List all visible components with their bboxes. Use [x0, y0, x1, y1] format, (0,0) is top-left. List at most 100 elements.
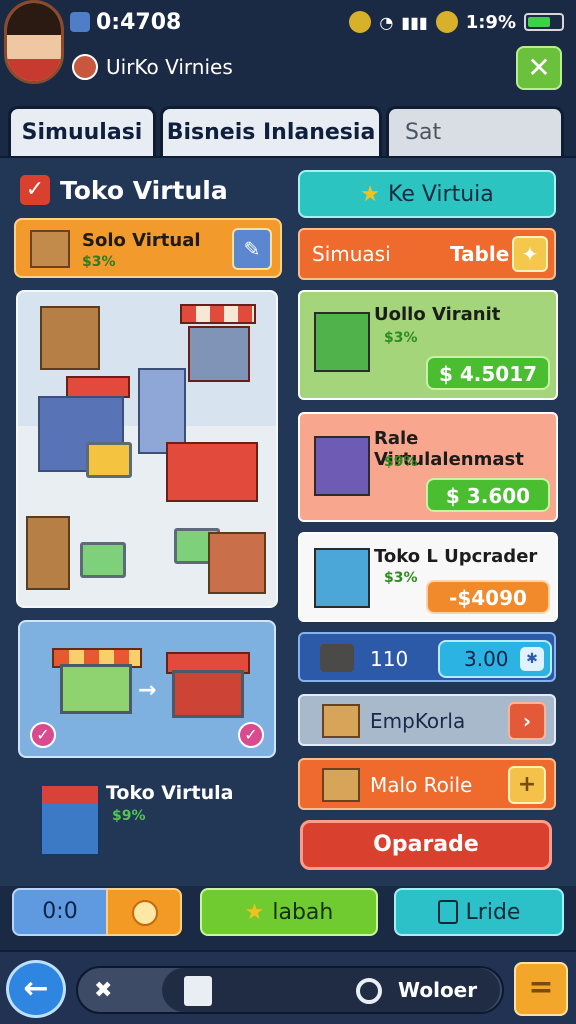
cart-after [172, 670, 244, 718]
chevron-right-icon[interactable]: › [508, 702, 546, 740]
store-card[interactable]: Uollo Viranit $3% $ 4.5017 [298, 290, 558, 400]
cube-icon [184, 976, 212, 1006]
tag-icon: ✎ [243, 237, 261, 261]
coin-icon [132, 900, 158, 926]
boost-row[interactable]: 110 3.00 ✱ [298, 632, 556, 682]
bottom-store-item[interactable]: Toko Virtula $9% [40, 774, 280, 866]
store-card-price-button[interactable]: $ 3.600 [426, 478, 550, 512]
scene-awning [180, 304, 256, 324]
avatar-scarf [7, 59, 61, 81]
labah-label: labah [272, 899, 334, 925]
gear-icon[interactable] [356, 978, 382, 1004]
menu-icon[interactable]: = [514, 962, 568, 1016]
role-row[interactable]: Malo Roile + [298, 758, 556, 810]
nav-label: Woloer [398, 978, 478, 1002]
featured-percent: $3% [82, 254, 116, 270]
box-icon [30, 230, 70, 268]
store-card-price-button[interactable]: -$4090 [426, 580, 550, 614]
scene-shelf [40, 306, 100, 370]
simulasi-label: Simuasi [312, 242, 391, 266]
arrow-right-icon: → [138, 678, 157, 703]
employee-row[interactable]: EmpKorla › [298, 694, 556, 746]
store-card[interactable]: Rale Virtulalenmast $9% $ 3.600 [298, 412, 558, 522]
star-icon: ★ [360, 181, 380, 207]
ke-virtual-label: Ke Virtuia [387, 181, 494, 207]
store-card-image [314, 312, 370, 372]
lride-label: Lride [465, 899, 521, 925]
store-card-image [314, 436, 370, 496]
user-label: UirKo Virnies [72, 50, 233, 84]
featured-action-button[interactable]: ✎ [232, 228, 272, 270]
boost-value-button[interactable]: 3.00 ✱ [438, 640, 552, 678]
left-title: ✓ Toko Virtula [20, 170, 228, 210]
scene-crate [208, 532, 266, 594]
status-battery-text: 1:9% [465, 11, 516, 33]
box-icon [322, 768, 360, 802]
bottom-item-title: Toko Virtula [106, 782, 234, 804]
store-card-image [314, 548, 370, 608]
plus-icon[interactable]: + [508, 766, 546, 804]
status-time: 0:4708 [96, 9, 182, 35]
featured-store-card[interactable]: Solo Virtual $3% ✎ [14, 218, 282, 278]
lride-button[interactable]: Lride [394, 888, 564, 936]
ke-virtual-button[interactable]: ★ Ke Virtuia [298, 170, 556, 218]
bottom-nav: ← ✖ Woloer = [0, 950, 576, 1024]
nav-inner-field[interactable]: Woloer [162, 968, 500, 1012]
labah-button[interactable]: ★ labah [200, 888, 378, 936]
close-button[interactable]: ✕ [516, 46, 562, 90]
scene-cart-1 [80, 542, 126, 578]
check-before-icon[interactable]: ✓ [30, 722, 56, 748]
scene-shelf-2 [26, 516, 70, 590]
user-name: UirKo Virnies [106, 55, 233, 79]
upgrade-compare-card[interactable]: → ✓ ✓ [18, 620, 276, 758]
tab-bar: Simuulasi Bisneis Inlanesia Sat [8, 106, 568, 156]
back-arrow-icon[interactable]: ← [6, 960, 66, 1018]
star-icon: ★ [244, 899, 265, 925]
tab-simulasi[interactable]: Simuulasi [8, 106, 156, 156]
tab-bisnis[interactable]: Bisneis Inlanesia [160, 106, 382, 156]
status-right: ◔ ▮▮▮ 1:9% [349, 11, 564, 33]
box-icon [322, 704, 360, 738]
employee-label: EmpKorla [370, 709, 466, 733]
bottom-item-percent: $9% [112, 808, 146, 824]
store-card-percent: $9% [384, 454, 418, 470]
cart-before [60, 664, 132, 714]
coin-icon [349, 11, 372, 33]
check-after-icon[interactable]: ✓ [238, 722, 264, 748]
store-bin-icon [40, 784, 100, 856]
simulasi-bar[interactable]: Simuasi Table ✦ [298, 228, 556, 280]
tab-sat[interactable]: Sat [386, 106, 564, 156]
trophy-icon [435, 11, 458, 33]
store-card-name: Toko L Upcrader [374, 546, 538, 567]
signal-icon: ▮▮▮ [401, 12, 428, 32]
machine-icon [320, 644, 354, 672]
app-chip-icon [70, 12, 90, 32]
score-display: 0:0 [12, 888, 108, 936]
battery-fill [528, 17, 550, 27]
scene-cart-yellow [86, 442, 132, 478]
battery-icon [524, 13, 564, 31]
checkbox-icon[interactable]: ✓ [20, 175, 50, 205]
coin-button[interactable] [106, 888, 182, 936]
wrench-icon[interactable]: ✖ [94, 978, 112, 1003]
store-card[interactable]: Toko L Upcrader $3% -$4090 [298, 532, 558, 622]
store-scene-image[interactable] [16, 290, 278, 608]
store-card-percent: $3% [384, 570, 418, 586]
left-title-text: Toko Virtula [60, 175, 228, 205]
table-label: Table [450, 242, 510, 266]
featured-title: Solo Virtual [82, 230, 201, 251]
store-card-name: Uollo Viranit [374, 304, 501, 325]
boost-count: 110 [370, 647, 409, 671]
store-card-percent: $3% [384, 330, 418, 346]
gear-small-icon: ✱ [520, 647, 544, 671]
user-dot-icon [72, 54, 98, 80]
sparkle-icon[interactable]: ✦ [512, 236, 548, 272]
boost-value: 3.00 [464, 647, 509, 671]
close-icon: ✕ [527, 51, 551, 84]
upgrade-button[interactable]: Oparade [300, 820, 552, 870]
scene-checkout [166, 442, 258, 502]
scene-sign [66, 376, 130, 398]
store-card-price-button[interactable]: $ 4.5017 [426, 356, 550, 390]
role-label: Malo Roile [370, 773, 473, 797]
nav-search-bar[interactable]: ✖ Woloer [76, 966, 504, 1014]
